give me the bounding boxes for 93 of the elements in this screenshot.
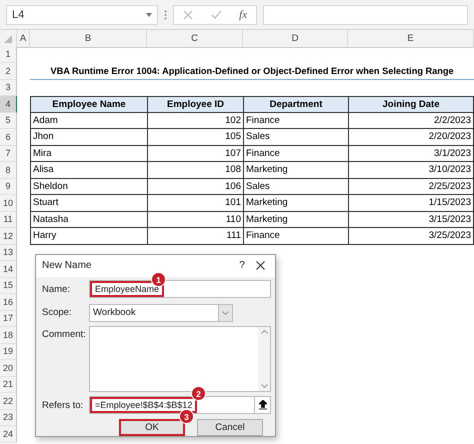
column-header[interactable]: E [348, 30, 474, 48]
scroll-up-icon[interactable] [260, 330, 268, 334]
formula-field[interactable] [263, 4, 468, 24]
row-header[interactable]: 23 [0, 410, 17, 426]
table-cell: Finance [243, 228, 348, 244]
table-cell: 101 [147, 195, 243, 212]
table-cell: 3/15/2023 [348, 212, 474, 228]
table-cell: 110 [147, 212, 243, 228]
table-cell: 106 [147, 178, 243, 195]
row-header[interactable]: 1 [0, 46, 17, 63]
ok-button[interactable]: OK [119, 419, 185, 436]
close-icon[interactable] [256, 261, 265, 270]
row-header[interactable]: 4 [0, 96, 17, 112]
dropdown-icon[interactable] [146, 12, 152, 16]
table-cell: Sales [243, 129, 348, 146]
table-cell: 3/1/2023 [348, 146, 474, 162]
grip-icon [164, 10, 167, 20]
column-heading: Department [243, 96, 348, 112]
row-header[interactable]: 2 [0, 63, 17, 80]
column-header[interactable]: A [17, 30, 30, 48]
sheet-title: VBA Runtime Error 1004: Application-Defined or Object-Defined Error when Selecting Range [30, 63, 474, 80]
collapse-button[interactable] [254, 397, 270, 414]
table-cell: Finance [243, 112, 348, 129]
row-header[interactable]: 20 [0, 360, 17, 376]
table-cell: 3/10/2023 [348, 162, 474, 178]
row-header[interactable]: 18 [0, 327, 17, 344]
row-header[interactable]: 16 [0, 294, 17, 310]
column-header[interactable]: C [147, 30, 243, 48]
help-button[interactable]: ? [228, 260, 256, 272]
cancel-button[interactable]: Cancel [197, 419, 263, 436]
row-header[interactable]: 14 [0, 261, 17, 278]
table-cell: Adam [30, 112, 147, 129]
row-header[interactable]: 3 [0, 80, 17, 96]
table-cell: 3/25/2023 [348, 228, 474, 244]
table-cell: Mira [30, 146, 147, 162]
row-header[interactable]: 13 [0, 244, 17, 261]
row-header[interactable]: 11 [0, 212, 17, 228]
scrollbar[interactable] [258, 327, 270, 392]
table-cell: 111 [147, 228, 243, 244]
table-cell: Sales [243, 178, 348, 195]
column-header[interactable]: B [30, 30, 147, 48]
table-cell: 2/25/2023 [348, 178, 474, 195]
table-cell: Marketing [243, 162, 348, 178]
refers-to-field[interactable]: =Employee!$B$4:$B$12 [89, 396, 271, 414]
dialog-title: New Name [42, 260, 92, 272]
insert-function-button[interactable]: fx [239, 8, 248, 20]
scroll-down-icon[interactable] [260, 384, 268, 388]
row-header[interactable]: 9 [0, 178, 17, 195]
row-header[interactable]: 17 [0, 310, 17, 327]
select-all-corner[interactable] [0, 30, 17, 48]
column-heading: Joining Date [348, 96, 474, 112]
triangle-icon [4, 34, 12, 42]
row-header[interactable]: 15 [0, 278, 17, 294]
field-label: Comment: [42, 328, 87, 340]
table-cell: 105 [147, 129, 243, 146]
row-header[interactable]: 19 [0, 344, 17, 360]
table-cell: 102 [147, 112, 243, 129]
name-box[interactable]: L4 [6, 4, 158, 24]
table-cell: 108 [147, 162, 243, 178]
table-cell: Marketing [243, 212, 348, 228]
column-heading: Employee Name [30, 96, 147, 112]
cancel-icon[interactable] [182, 10, 193, 20]
column-header[interactable]: D [243, 30, 348, 48]
table-cell: 1/15/2023 [348, 195, 474, 212]
column-heading: Employee ID [147, 96, 243, 112]
table-cell: Stuart [30, 195, 147, 212]
table-cell: 107 [147, 146, 243, 162]
table-cell: Alisa [30, 162, 147, 178]
row-header[interactable]: 7 [0, 146, 17, 162]
row-header[interactable]: 8 [0, 162, 17, 178]
table-cell: 2/20/2023 [348, 129, 474, 146]
table-cell: Jhon [30, 129, 147, 146]
table-cell: 2/2/2023 [348, 112, 474, 129]
field-label: Name: [42, 284, 71, 295]
table-cell: Marketing [243, 195, 348, 212]
table-cell: Sheldon [30, 178, 147, 195]
table-cell: Natasha [30, 212, 147, 228]
field-label: Scope: [42, 307, 73, 318]
table-cell: Harry [30, 228, 147, 244]
row-header[interactable]: 6 [0, 129, 17, 146]
row-header[interactable]: 5 [0, 112, 17, 129]
row-header[interactable]: 12 [0, 228, 17, 244]
row-header[interactable]: 21 [0, 376, 17, 393]
row-header[interactable]: 24 [0, 426, 17, 442]
field-label: Refers to: [42, 400, 84, 411]
scroll-down-icon[interactable] [222, 310, 229, 315]
row-header[interactable]: 10 [0, 195, 17, 212]
check-icon[interactable] [210, 10, 222, 19]
scope-dropdown[interactable]: Workbook [89, 304, 233, 322]
table-cell: Finance [243, 146, 348, 162]
upload-arrow-icon [258, 400, 266, 410]
row-header[interactable]: 22 [0, 393, 17, 410]
comment-field[interactable] [89, 326, 271, 392]
